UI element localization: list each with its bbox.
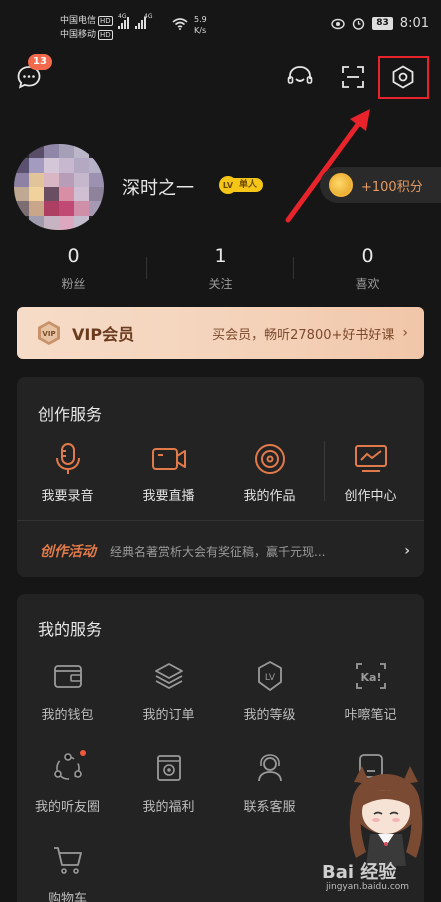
message-badge: 13 <box>28 54 52 70</box>
disc-icon <box>254 444 285 474</box>
stat-value: 0 <box>361 245 374 267</box>
points-label: +100积分 <box>361 179 423 195</box>
level-button[interactable]: LV 我的等级 <box>219 658 320 723</box>
stat-fans[interactable]: 0 粉丝 <box>0 245 147 295</box>
item-label: 购物车 <box>47 892 87 902</box>
vip-title: VIP会员 <box>72 325 135 344</box>
vip-banner[interactable]: VIP VIP会员 买会员，畅听27800+好书好课 › <box>17 307 424 359</box>
stat-label: 关注 <box>208 277 233 291</box>
battery-level: 83 <box>372 17 393 30</box>
clock: 8:01 <box>399 16 429 31</box>
username[interactable]: 深时之一 <box>122 174 194 200</box>
creation-activity-banner[interactable]: 创作活动 经典名著赏析大会有奖征稿，赢千元现... › <box>40 541 410 561</box>
signal-icon <box>118 17 146 29</box>
wifi-icon <box>172 18 188 30</box>
headset-icon <box>287 66 313 84</box>
watermark-url: jingyan.baidu.com <box>326 882 410 892</box>
vip-description: 买会员，畅听27800+好书好课 <box>212 327 395 343</box>
settings-highlight-box <box>378 56 429 99</box>
ka-note-icon: Ka! <box>355 663 386 689</box>
chevron-right-icon: › <box>402 325 408 341</box>
speed-value: 5.9 <box>194 15 207 24</box>
layers-icon <box>154 663 183 690</box>
item-label: 我的订单 <box>142 708 195 723</box>
activity-text: 经典名著赏析大会有奖征稿，赢千元现... <box>110 544 326 559</box>
avatar[interactable] <box>14 144 104 230</box>
status-bar: 中国电信 HD 中国移动 HD 4G 4G 5.9 K/s 83 8:01 <box>0 0 441 48</box>
watermark-brand: Bai 经验 <box>322 862 397 883</box>
customer-service-button[interactable] <box>285 62 315 92</box>
customer-service-icon <box>257 754 282 782</box>
contact-support-button[interactable]: 联系客服 <box>219 750 320 815</box>
chevron-right-icon: › <box>404 543 410 559</box>
stat-likes[interactable]: 0 喜欢 <box>294 245 441 295</box>
item-label: 我的作品 <box>243 489 296 504</box>
friends-circle-icon <box>53 753 82 780</box>
alarm-icon <box>353 18 365 30</box>
points-button[interactable]: +100积分 <box>320 167 441 203</box>
svg-text:LV: LV <box>264 673 275 683</box>
item-label: 我的福利 <box>142 800 195 815</box>
vip-icon-text: VIP <box>42 330 55 338</box>
wallet-button[interactable]: 我的钱包 <box>17 658 118 723</box>
item-label: 我的钱包 <box>41 708 94 723</box>
cart-icon <box>53 847 82 874</box>
eye-icon <box>331 18 345 29</box>
microphone-icon <box>55 443 80 474</box>
stat-value: 1 <box>214 245 227 267</box>
profile-section: 深时之一 LV 单人 +100积分 <box>0 130 441 240</box>
stats-row: 0 粉丝 1 关注 0 喜欢 <box>0 245 441 295</box>
speed-unit: K/s <box>194 26 207 35</box>
carrier-2: 中国移动 <box>60 30 97 40</box>
stat-value: 0 <box>67 245 80 267</box>
item-label: 咔嚓笔记 <box>344 708 397 723</box>
orders-button[interactable]: 我的订单 <box>118 658 219 723</box>
item-label: 我要录音 <box>41 489 94 504</box>
item-label: 我的听友圈 <box>34 800 100 815</box>
my-works-button[interactable]: 我的作品 <box>219 441 320 521</box>
item-label: 我要直播 <box>142 489 195 504</box>
gift-box-icon <box>156 755 181 781</box>
wallet-icon <box>53 665 82 688</box>
stat-label: 喜欢 <box>355 277 380 291</box>
item-label: 我的等级 <box>243 708 296 723</box>
record-audio-button[interactable]: 我要录音 <box>17 441 118 521</box>
stat-label: 粉丝 <box>61 277 86 291</box>
level-badge[interactable]: LV 单人 <box>219 176 264 194</box>
ka-note-button[interactable]: Ka! 咔嚓笔记 <box>320 658 421 723</box>
vip-badge-icon: VIP <box>38 321 60 345</box>
level-icon: LV <box>219 176 237 194</box>
mascot-icon <box>349 766 423 866</box>
hd-badge: HD <box>98 30 113 40</box>
divider <box>324 441 325 501</box>
level-badge-icon: LV <box>257 661 282 691</box>
cart-button[interactable]: 购物车 <box>17 842 118 902</box>
divider <box>17 520 424 521</box>
status-right: 83 8:01 <box>331 16 429 31</box>
section-title: 创作服务 <box>38 405 103 424</box>
coin-icon <box>329 173 353 197</box>
notification-dot <box>79 750 86 756</box>
carrier-info: 中国电信 HD 中国移动 HD <box>60 14 113 42</box>
hd-badge: HD <box>98 16 113 26</box>
carrier-1: 中国电信 <box>60 16 97 26</box>
video-camera-icon <box>151 448 186 470</box>
create-services-card: 创作服务 我要录音 我要直播 我的作品 创作中心 创作活动 经典名著赏析大会有奖… <box>17 377 424 577</box>
monitor-chart-icon <box>354 445 387 472</box>
welfare-button[interactable]: 我的福利 <box>118 750 219 815</box>
top-bar: 13 <box>0 50 441 100</box>
item-label: 联系客服 <box>243 800 296 815</box>
scan-button[interactable] <box>338 62 368 92</box>
friends-circle-button[interactable]: 我的听友圈 <box>17 750 118 815</box>
live-stream-button[interactable]: 我要直播 <box>118 441 219 521</box>
network-speed: 5.9 K/s <box>194 14 207 36</box>
creation-center-button[interactable]: 创作中心 <box>320 441 421 521</box>
scan-icon <box>342 66 364 88</box>
section-title: 我的服务 <box>38 620 103 639</box>
item-label: 创作中心 <box>344 489 397 504</box>
stat-following[interactable]: 1 关注 <box>147 245 294 295</box>
activity-tag: 创作活动 <box>40 544 96 560</box>
svg-text:Ka!: Ka! <box>360 671 381 684</box>
create-services-row: 我要录音 我要直播 我的作品 创作中心 <box>17 441 424 521</box>
